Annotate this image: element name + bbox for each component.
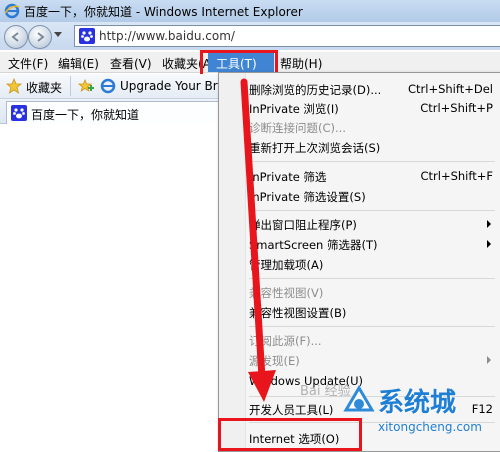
favorites-button[interactable]: 收藏夹 <box>26 79 62 96</box>
watermark-site: xitongcheng.com <box>378 420 482 434</box>
address-url: http://www.baidu.com/ <box>99 29 235 43</box>
menu-separator <box>249 278 495 279</box>
menu-item-label: 管理加载项(A) <box>249 258 324 272</box>
window-title: 百度一下，你就知道 - Windows Internet Explorer <box>24 5 303 19</box>
menu-item-label: 兼容性视图设置(B) <box>249 306 347 320</box>
menu-item-shortcut: Ctrl+Shift+P <box>420 101 493 115</box>
menu-view[interactable]: 查看(V) <box>110 55 152 72</box>
favorite-link-upgrade[interactable]: Upgrade Your Bro <box>120 79 225 93</box>
menu-icon-gutter <box>219 73 246 451</box>
menu-item-reopen-session[interactable]: 重新打开上次浏览会话(S) <box>249 137 497 157</box>
overlay-watermark-text: Bai 经验 <box>300 384 351 399</box>
menu-item-compatibility-view[interactable]: 兼容性视图(V) <box>249 282 497 302</box>
menu-item-label: 重新打开上次浏览会话(S) <box>249 141 381 155</box>
menu-item-label: 源发现(E) <box>249 354 300 368</box>
baidu-paw-icon <box>79 28 95 44</box>
menu-item-label: InPrivate 浏览(I) <box>249 102 339 116</box>
back-arrow-icon <box>11 32 19 42</box>
forward-button[interactable] <box>28 25 52 49</box>
favbar-divider <box>70 76 71 96</box>
menu-file[interactable]: 文件(F) <box>8 55 48 72</box>
history-dropdown-icon[interactable] <box>54 32 62 37</box>
address-bar[interactable]: http://www.baidu.com/ <box>74 25 500 47</box>
site-watermark: 系统城 xitongcheng.com <box>340 378 500 450</box>
menu-item-label: SmartScreen 筛选器(T) <box>249 238 378 252</box>
menu-edit[interactable]: 编辑(E) <box>58 55 99 72</box>
menu-item-label: 兼容性视图(V) <box>249 286 324 300</box>
menu-item-label: 订阅此源(F)... <box>249 334 322 348</box>
tab-title: 百度一下，你就知道 <box>31 108 140 122</box>
menu-separator <box>249 210 495 211</box>
menu-item-inprivate-browsing[interactable]: InPrivate 浏览(I) Ctrl+Shift+P <box>249 98 497 118</box>
menu-item-inprivate-filter-settings[interactable]: InPrivate 筛选设置(S) <box>249 186 497 206</box>
menu-item-label: 弹出窗口阻止程序(P) <box>249 218 357 232</box>
menu-item-label: 删除浏览的历史记录(D)... <box>249 83 382 97</box>
menu-help[interactable]: 帮助(H) <box>280 55 322 72</box>
menu-item-inprivate-filtering[interactable]: InPrivate 筛选 Ctrl+Shift+F <box>249 166 497 186</box>
ie-page-icon <box>100 78 116 94</box>
menu-item-feed-discovery[interactable]: 源发现(E) <box>249 350 497 370</box>
forward-arrow-icon <box>37 32 45 42</box>
title-bar: 百度一下，你就知道 - Windows Internet Explorer <box>0 0 500 23</box>
menu-item-subscribe-feed[interactable]: 订阅此源(F)... <box>249 330 497 350</box>
watermark-brand: 系统城 <box>378 388 457 418</box>
menu-item-manage-addons[interactable]: 管理加载项(A) <box>249 254 497 274</box>
menu-item-label: 开发人员工具(L) <box>249 403 334 417</box>
menu-item-label: InPrivate 筛选 <box>249 170 327 184</box>
menu-item-popup-blocker[interactable]: 弹出窗口阻止程序(P) <box>249 214 497 234</box>
menu-item-shortcut: Ctrl+Shift+Del <box>408 82 493 96</box>
tab-baidu[interactable]: 百度一下，你就知道 <box>6 101 222 124</box>
navigation-bar: http://www.baidu.com/ <box>0 22 500 50</box>
menu-item-diagnose-connection[interactable]: 诊断连接问题(C)... <box>249 117 497 137</box>
menu-separator <box>249 161 495 162</box>
menu-item-delete-history[interactable]: 删除浏览的历史记录(D)... Ctrl+Shift+Del <box>249 79 497 99</box>
menu-item-smartscreen-filter[interactable]: SmartScreen 筛选器(T) <box>249 234 497 254</box>
submenu-arrow-icon <box>487 220 491 228</box>
add-favorite-icon[interactable] <box>77 78 94 94</box>
ie-logo-icon <box>4 3 20 19</box>
menu-item-label: 诊断连接问题(C)... <box>249 121 346 135</box>
back-button[interactable] <box>4 25 28 49</box>
baidu-paw-icon <box>11 105 27 121</box>
menu-separator <box>249 326 495 327</box>
favorites-star-icon <box>5 77 23 94</box>
menu-item-label: InPrivate 筛选设置(S) <box>249 190 366 204</box>
submenu-arrow-icon <box>487 356 491 364</box>
menu-item-compatibility-view-settings[interactable]: 兼容性视图设置(B) <box>249 302 497 322</box>
submenu-arrow-icon <box>487 240 491 248</box>
menu-item-shortcut: Ctrl+Shift+F <box>420 169 494 183</box>
